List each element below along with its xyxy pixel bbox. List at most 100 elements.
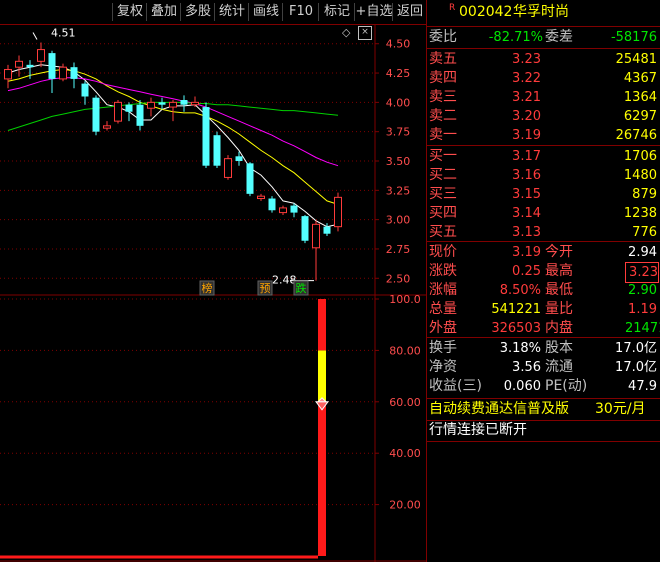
quote-value: 2.90 — [628, 283, 657, 298]
quote-label: 总量 — [429, 301, 457, 317]
fund-label: 净资 — [429, 359, 457, 375]
signal-badge[interactable]: 跌 — [296, 281, 307, 295]
bid-price: 3.14 — [512, 206, 541, 221]
diamond-icon[interactable]: ◇ — [342, 26, 350, 39]
fund-value: 0.060 — [503, 379, 541, 394]
draw-line-button[interactable]: 画线 — [248, 3, 283, 21]
order-ratio-row: 委比 -82.71% 委差 -58176 — [427, 28, 660, 47]
candle[interactable] — [312, 220, 320, 281]
candle[interactable] — [70, 62, 78, 89]
bid-price: 3.16 — [512, 168, 541, 183]
y-tick-label: 2.50 — [386, 272, 411, 285]
sub-y-tick-label: 100.0 — [389, 293, 421, 306]
y-tick-label: 4.50 — [386, 38, 411, 51]
gem-marker-icon — [315, 397, 329, 411]
quote-label: 量比 — [545, 301, 573, 317]
candle[interactable] — [202, 102, 210, 169]
bid-volume: 879 — [632, 187, 657, 202]
overlay-button[interactable]: 叠加 — [146, 3, 181, 21]
sub-y-tick-label: 60.00 — [389, 396, 421, 409]
candle[interactable] — [125, 102, 133, 122]
indicator-bar — [318, 401, 326, 556]
quote-row: 总量 541221 量比 1.19 — [427, 300, 660, 319]
ask-row: 卖五 3.23 25481 — [427, 50, 660, 69]
multi-stock-button[interactable]: 多股 — [180, 3, 215, 21]
collapse-icon[interactable]: × — [358, 26, 372, 40]
candle[interactable] — [48, 50, 56, 93]
candle[interactable] — [4, 64, 12, 89]
connection-status: 行情连接已断开 — [429, 422, 527, 438]
candle[interactable] — [224, 155, 232, 180]
bid-label: 买一 — [429, 148, 457, 164]
ask-price: 3.20 — [512, 109, 541, 124]
ask-price: 3.19 — [512, 128, 541, 143]
promo-price[interactable]: 30元/月 — [595, 400, 646, 419]
promo-row[interactable]: 自动续费通达信普及版 30元/月 — [427, 400, 660, 419]
quote-label: 内盘 — [545, 320, 573, 336]
ask-label: 卖二 — [429, 108, 457, 124]
candle[interactable] — [37, 42, 45, 68]
candle[interactable] — [180, 95, 188, 112]
fundamental-row: 换手 3.18% 股本 17.0亿 — [427, 339, 660, 358]
fund-label: PE(动) — [545, 378, 588, 394]
high-price-label: 4.51 — [51, 27, 76, 40]
candle[interactable] — [169, 100, 177, 122]
candle[interactable] — [301, 214, 309, 244]
fund-value: 3.56 — [512, 360, 541, 375]
candle[interactable] — [268, 196, 276, 213]
signal-badge[interactable]: 预 — [260, 282, 271, 295]
restore-rights-button[interactable]: 复权 — [112, 3, 147, 21]
candle[interactable] — [191, 96, 199, 108]
f10-button[interactable]: F10 — [282, 3, 319, 21]
candle[interactable] — [334, 192, 342, 232]
bid-volume: 1706 — [623, 149, 657, 164]
mark-button[interactable]: 标记 — [318, 3, 355, 21]
quote-value: 2.94 — [628, 245, 657, 260]
quote-value: 8.50% — [499, 283, 541, 298]
quote-row: 涨幅 8.50% 最低 2.90 — [427, 281, 660, 300]
promo-text[interactable]: 自动续费通达信普及版 — [429, 400, 569, 419]
fundamental-row: 净资 3.56 流通 17.0亿 — [427, 358, 660, 377]
quote-label: 最低 — [545, 282, 573, 298]
sub-y-tick-label: 80.00 — [389, 344, 421, 357]
chart-canvas[interactable]: 4.50 4.25 4.00 3.75 3.50 3.25 3.00 2.75 2.50 4.51… — [0, 24, 426, 562]
stock-title: R 002042 华孚时尚 — [427, 3, 660, 22]
ask-volume: 25481 — [615, 52, 657, 67]
add-favorite-button[interactable]: +自选 — [354, 3, 393, 21]
y-tick-label: 3.25 — [386, 184, 411, 197]
indicator-bar — [318, 350, 326, 402]
candle[interactable] — [59, 63, 67, 82]
ask-label: 卖四 — [429, 70, 457, 86]
candle[interactable] — [257, 193, 265, 201]
fund-label: 股本 — [545, 340, 573, 356]
candle[interactable] — [246, 162, 254, 197]
wei-cha-label: 委差 — [545, 29, 573, 45]
ask-volume: 26746 — [615, 128, 657, 143]
quote-label: 最高 — [545, 263, 573, 279]
chart-area[interactable]: 4.50 4.25 4.00 3.75 3.50 3.25 3.00 2.75 2.50 4.51… — [0, 24, 426, 562]
bid-label: 买二 — [429, 167, 457, 183]
ask-volume: 1364 — [623, 90, 657, 105]
y-tick-label: 3.00 — [386, 214, 411, 227]
back-button[interactable]: 返回 — [392, 3, 427, 21]
candle[interactable] — [147, 97, 155, 117]
candle[interactable] — [158, 97, 166, 110]
quote-row: 涨跌 0.25 最高 3.23 — [427, 262, 660, 283]
bid-row: 买四 3.14 1238 — [427, 204, 660, 223]
ask-label: 卖五 — [429, 51, 457, 67]
candle[interactable] — [136, 100, 144, 131]
candle[interactable] — [279, 205, 287, 215]
chart-toolbar: 复权 叠加 多股 统计 画线 F10 标记 +自选 返回 — [0, 0, 426, 25]
candle[interactable] — [92, 95, 100, 136]
signal-badge[interactable]: 榜 — [202, 281, 213, 295]
candle[interactable] — [114, 100, 122, 124]
candle[interactable] — [213, 131, 221, 169]
fund-value: 47.9 — [628, 379, 657, 394]
sub-y-tick-label: 40.00 — [389, 447, 421, 460]
ask-price: 3.21 — [512, 90, 541, 105]
fund-label: 流通 — [545, 359, 573, 375]
statistics-button[interactable]: 统计 — [214, 3, 249, 21]
candle[interactable] — [81, 81, 89, 105]
bid-price: 3.15 — [512, 187, 541, 202]
candle[interactable] — [103, 121, 111, 131]
